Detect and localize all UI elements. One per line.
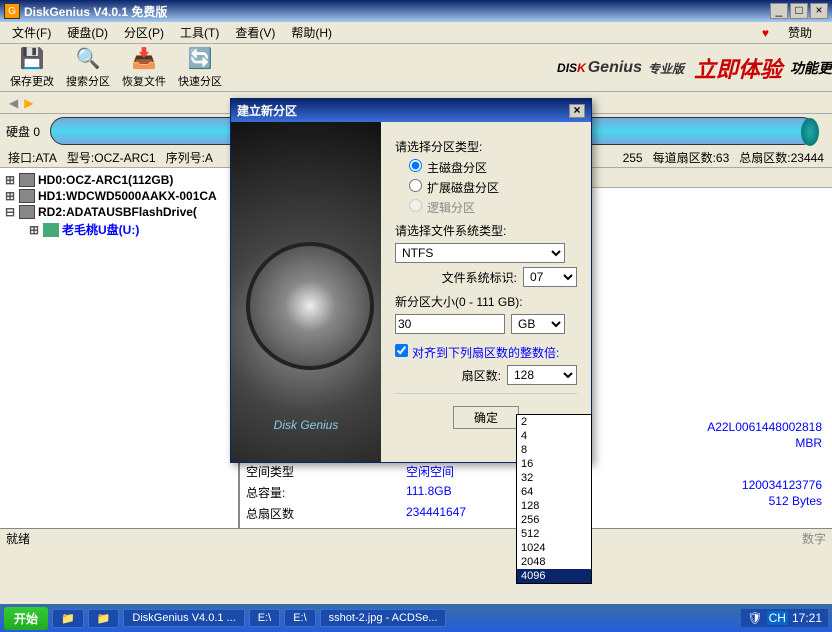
partition-type-label: 请选择分区类型: — [395, 138, 577, 155]
dropdown-option[interactable]: 64 — [517, 485, 591, 499]
taskbar-item-e2[interactable]: E:\ — [284, 609, 315, 627]
window-title: DiskGenius V4.0.1 免费版 — [24, 3, 768, 20]
sectors-select[interactable]: 128 — [507, 365, 577, 385]
tree-usb-drive[interactable]: ⊞老毛桃U盘(U:) — [4, 220, 234, 239]
size-label: 新分区大小(0 - 111 GB): — [395, 293, 577, 310]
tree-hd0[interactable]: ⊞HD0:OCZ-ARC1(112GB) — [4, 172, 234, 188]
align-checkbox[interactable] — [395, 344, 408, 357]
quick-partition-icon: 🔄 — [186, 47, 214, 71]
status-text: 就绪 — [6, 530, 30, 547]
minimize-button[interactable]: _ — [770, 3, 788, 19]
fs-type-label: 请选择文件系统类型: — [395, 222, 577, 239]
detail-serial: A22L0061448002818 — [602, 420, 822, 434]
dropdown-option[interactable]: 2048 — [517, 555, 591, 569]
tray-icon-ime[interactable]: CH — [767, 611, 788, 625]
app-icon: G — [4, 3, 20, 19]
search-icon: 🔍 — [74, 47, 102, 71]
status-right: 数字 — [802, 530, 826, 547]
tree-rd2[interactable]: ⊟RD2:ADATAUSBFlashDrive( — [4, 204, 234, 220]
menu-view[interactable]: 查看(V) — [227, 22, 283, 43]
dropdown-option[interactable]: 1024 — [517, 541, 591, 555]
taskbar: 开始 📁 📁 DiskGenius V4.0.1 ... E:\ E:\ ssh… — [0, 604, 832, 632]
tray-clock: 17:21 — [792, 611, 822, 625]
menu-partition[interactable]: 分区(P) — [116, 22, 172, 43]
new-partition-dialog: 建立新分区 × Disk Genius 请选择分区类型: 主磁盘分区 扩展磁盘分… — [230, 98, 592, 463]
menu-disk[interactable]: 硬盘(D) — [59, 22, 116, 43]
window-titlebar: G DiskGenius V4.0.1 免费版 _ □ × — [0, 0, 832, 22]
dropdown-option[interactable]: 128 — [517, 499, 591, 513]
ok-button[interactable]: 确定 — [453, 406, 519, 429]
dropdown-option[interactable]: 4 — [517, 429, 591, 443]
menubar: 文件(F) 硬盘(D) 分区(P) 工具(T) 查看(V) 帮助(H) ♥赞助 — [0, 22, 832, 44]
sectors-label: 扇区数: — [462, 367, 501, 384]
dropdown-option[interactable]: 4096 — [517, 569, 591, 583]
dropdown-option[interactable]: 2 — [517, 415, 591, 429]
menu-tools[interactable]: 工具(T) — [172, 22, 227, 43]
toolbar-quick-partition[interactable]: 🔄快速分区 — [172, 45, 228, 91]
taskbar-item-sshot[interactable]: sshot-2.jpg - ACDSe... — [320, 609, 447, 627]
fs-id-select[interactable]: 07 — [523, 267, 577, 287]
dropdown-option[interactable]: 32 — [517, 471, 591, 485]
menu-file[interactable]: 文件(F) — [4, 22, 59, 43]
dialog-close-button[interactable]: × — [569, 104, 585, 118]
dropdown-option[interactable]: 16 — [517, 457, 591, 471]
disk-label: 硬盘 0 — [6, 123, 40, 140]
brand-logo: DISK Genius 专业版 立即体验 功能更 — [557, 44, 832, 92]
heart-icon: ♥ — [754, 24, 777, 42]
taskbar-item-2[interactable]: 📁 — [88, 609, 120, 628]
radio-logical: 逻辑分区 — [409, 199, 577, 216]
disk-icon — [19, 189, 35, 203]
expand-icon[interactable]: ⊞ — [4, 173, 16, 187]
dialog-titlebar: 建立新分区 × — [231, 99, 591, 122]
start-button[interactable]: 开始 — [4, 607, 48, 630]
taskbar-item-diskgenius[interactable]: DiskGenius V4.0.1 ... — [123, 609, 244, 627]
toolbar-save[interactable]: 💾保存更改 — [4, 45, 60, 91]
info-model: 型号:OCZ-ARC1 — [67, 149, 156, 166]
tray-icon[interactable]: 🛡 — [747, 611, 762, 625]
dropdown-option[interactable]: 8 — [517, 443, 591, 457]
dialog-form: 请选择分区类型: 主磁盘分区 扩展磁盘分区 逻辑分区 请选择文件系统类型: NT… — [381, 122, 591, 462]
align-checkbox-row[interactable]: 对齐到下列扇区数的整数倍: — [395, 344, 577, 361]
save-icon: 💾 — [18, 47, 46, 71]
expand-icon[interactable]: ⊞ — [4, 189, 16, 203]
close-button[interactable]: × — [810, 3, 828, 19]
radio-extended[interactable]: 扩展磁盘分区 — [409, 179, 577, 196]
disk-tree: ⊞HD0:OCZ-ARC1(112GB) ⊞HD1:WDCWD5000AAKX-… — [0, 168, 240, 528]
expand-icon[interactable]: ⊞ — [28, 223, 40, 237]
system-tray[interactable]: 🛡 CH 17:21 — [741, 609, 828, 627]
maximize-button[interactable]: □ — [790, 3, 808, 19]
recover-icon: 📥 — [130, 47, 158, 71]
fs-type-select[interactable]: NTFS — [395, 243, 565, 263]
info-spt: 每道扇区数:63 — [653, 149, 730, 166]
dropdown-option[interactable]: 512 — [517, 527, 591, 541]
taskbar-item-e1[interactable]: E:\ — [249, 609, 280, 627]
info-interface: 接口:ATA — [8, 149, 57, 166]
dialog-title: 建立新分区 — [237, 102, 297, 119]
usb-icon — [43, 223, 59, 237]
size-input[interactable] — [395, 314, 505, 334]
toolbar-recover[interactable]: 📥恢复文件 — [116, 45, 172, 91]
toolbar-search[interactable]: 🔍搜索分区 — [60, 45, 116, 91]
fs-id-label: 文件系统标识: — [442, 269, 517, 286]
nav-fwd-icon[interactable]: ▶ — [24, 96, 33, 110]
disk-icon — [19, 173, 35, 187]
toolbar: 💾保存更改 🔍搜索分区 📥恢复文件 🔄快速分区 DISK Genius 专业版 … — [0, 44, 832, 92]
size-unit-select[interactable]: GB — [511, 314, 565, 334]
dialog-image: Disk Genius — [231, 122, 381, 462]
taskbar-item-1[interactable]: 📁 — [52, 609, 84, 628]
info-total-sec: 总扇区数:23444 — [739, 149, 824, 166]
detail-mbr: MBR — [602, 436, 822, 450]
status-bar: 就绪 数字 — [0, 528, 832, 548]
info-cyl: 255 — [623, 151, 643, 165]
sponsor-link[interactable]: ♥赞助 — [746, 20, 828, 45]
collapse-icon[interactable]: ⊟ — [4, 205, 16, 219]
tree-hd1[interactable]: ⊞HD1:WDCWD5000AAKX-001CA — [4, 188, 234, 204]
menu-help[interactable]: 帮助(H) — [283, 22, 340, 43]
info-serial: 序列号:A — [166, 149, 213, 166]
sectors-dropdown-list[interactable]: 248163264128256512102420484096 — [516, 414, 592, 584]
disk-icon — [19, 205, 35, 219]
radio-primary[interactable]: 主磁盘分区 — [409, 159, 577, 176]
dropdown-option[interactable]: 256 — [517, 513, 591, 527]
nav-back-icon[interactable]: ◀ — [9, 96, 18, 110]
